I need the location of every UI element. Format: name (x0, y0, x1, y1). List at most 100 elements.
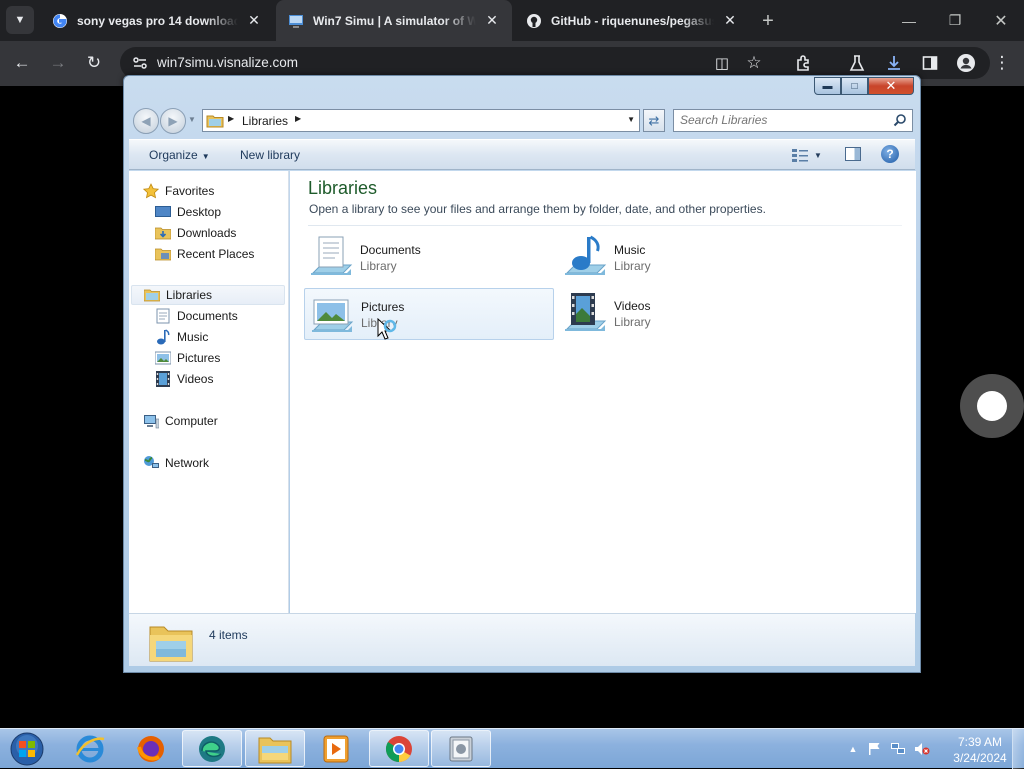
clock[interactable]: 7:39 AM 3/24/2024 (952, 734, 1008, 766)
forward-arrow-icon[interactable]: ▶ (160, 108, 186, 134)
tab-win7-simu[interactable]: Win7 Simu | A simulator of Wi ✕ (276, 0, 512, 41)
nav-libraries-label: Libraries (166, 288, 213, 302)
refresh-icon[interactable]: ⇄ (643, 109, 665, 132)
show-desktop-button[interactable] (1012, 729, 1024, 769)
bookmark-star-icon[interactable]: ☆ (740, 49, 768, 77)
edge-icon[interactable] (182, 730, 242, 767)
nav-downloads[interactable]: Downloads (155, 223, 236, 243)
nav-music[interactable]: Music (155, 327, 208, 347)
tab-title: GitHub - riquenunes/pegasus- (551, 13, 714, 28)
explorer-window: ▬ □ ✕ ◀ ▶ ▼ ▶ Libraries ▶ ▼ ⇄ Organize▼ … (123, 75, 921, 673)
clock-date: 3/24/2024 (953, 751, 1007, 765)
tab-sony-vegas[interactable]: sony vegas pro 14 download - ✕ (40, 0, 274, 41)
details-pane: 4 items (129, 613, 915, 666)
library-name: Music (614, 243, 646, 257)
preview-pane-icon[interactable] (845, 147, 861, 161)
music-library-icon (565, 235, 607, 275)
chrome-icon[interactable] (369, 730, 429, 767)
breadcrumb-arrow-icon[interactable]: ▶ (228, 114, 234, 123)
organize-button[interactable]: Organize ▼ (149, 148, 210, 162)
tab-search-button[interactable]: ▼ (6, 6, 34, 34)
nav-videos[interactable]: Videos (155, 369, 213, 389)
close-tab-icon[interactable]: ✕ (246, 12, 262, 29)
site-info-icon[interactable] (132, 55, 148, 71)
profile-icon[interactable] (952, 49, 980, 77)
floating-action-button[interactable] (960, 374, 1024, 438)
firefox-icon[interactable] (121, 730, 181, 767)
library-pictures[interactable]: Pictures Library (304, 288, 554, 340)
close-tab-icon[interactable]: ✕ (484, 12, 500, 29)
explorer-address-bar[interactable]: ▶ Libraries ▶ ▼ (202, 109, 640, 132)
nav-documents[interactable]: Documents (155, 306, 238, 326)
menu-icon[interactable]: ⋮ (988, 49, 1016, 77)
window-controls: ▬ □ ✕ (814, 77, 914, 95)
close-button[interactable]: ✕ (868, 77, 914, 95)
library-type: Library (614, 259, 651, 273)
install-icon[interactable]: ◫ (708, 49, 736, 77)
network-tray-icon[interactable] (890, 742, 906, 756)
github-icon (526, 13, 542, 29)
windows-orb-icon (10, 732, 44, 766)
documents-library-icon (311, 236, 353, 275)
nav-computer-label: Computer (165, 414, 218, 428)
breadcrumb-libraries[interactable]: Libraries (242, 114, 288, 128)
labs-icon[interactable] (843, 49, 871, 77)
volume-muted-icon[interactable] (914, 742, 930, 756)
library-videos[interactable]: Videos Library (558, 288, 808, 340)
close-window-button[interactable]: ✕ (978, 0, 1024, 41)
network-icon (143, 455, 159, 471)
action-center-flag-icon[interactable] (866, 742, 882, 756)
nav-desktop[interactable]: Desktop (155, 202, 221, 222)
search-box[interactable] (673, 109, 913, 132)
close-tab-icon[interactable]: ✕ (722, 12, 738, 29)
library-type: Library (360, 259, 397, 273)
change-view-button[interactable]: ▼ (792, 146, 828, 164)
chevron-down-icon: ▼ (814, 150, 822, 160)
libraries-icon (144, 287, 160, 303)
nav-computer[interactable]: Computer (143, 411, 218, 431)
start-button[interactable] (7, 731, 47, 767)
back-arrow-icon[interactable]: ◀ (133, 108, 159, 134)
nav-network[interactable]: Network (143, 453, 209, 473)
minimize-window-button[interactable]: — (886, 0, 932, 41)
back-icon[interactable]: ← (8, 49, 36, 77)
library-name: Videos (614, 299, 651, 313)
nav-pictures[interactable]: Pictures (155, 348, 220, 368)
library-documents[interactable]: Documents Library (304, 232, 554, 284)
library-music[interactable]: Music Library (558, 232, 808, 284)
nav-libraries[interactable]: Libraries (131, 285, 285, 305)
busy-cursor-icon (377, 318, 397, 340)
library-type: Library (614, 315, 651, 329)
restore-window-button[interactable]: ❐ (932, 0, 978, 41)
recent-pages-dropdown-icon[interactable]: ▼ (188, 115, 196, 124)
side-panel-icon[interactable] (916, 49, 944, 77)
windows-explorer-icon[interactable] (245, 730, 305, 767)
new-tab-button[interactable]: + (756, 9, 780, 33)
maximize-button[interactable]: □ (841, 77, 868, 95)
address-dropdown-icon[interactable]: ▼ (627, 115, 635, 124)
search-input[interactable] (680, 113, 880, 127)
nav-favorites[interactable]: Favorites (143, 181, 214, 201)
new-library-button[interactable]: New library (240, 148, 300, 162)
system-tray: ▲ 7:39 AM 3/24/2024 (843, 729, 1024, 769)
media-player-icon[interactable] (306, 730, 366, 767)
internet-explorer-icon[interactable] (60, 730, 120, 767)
breadcrumb-arrow-icon[interactable]: ▶ (295, 114, 301, 123)
tab-github[interactable]: GitHub - riquenunes/pegasus- ✕ (514, 0, 750, 41)
taskbar: ▲ 7:39 AM 3/24/2024 (0, 728, 1024, 769)
screen-recorder-icon[interactable] (431, 730, 491, 767)
nav-recent-places[interactable]: Recent Places (155, 244, 254, 264)
reload-icon[interactable]: ↻ (80, 49, 108, 77)
help-icon[interactable]: ? (881, 145, 899, 163)
forward-icon[interactable]: → (44, 49, 72, 77)
search-icon[interactable] (893, 113, 907, 127)
libraries-folder-icon (149, 626, 193, 662)
nav-desktop-label: Desktop (177, 205, 222, 219)
organize-label: Organize (149, 148, 198, 162)
tab-title: sony vegas pro 14 download - (77, 13, 238, 28)
show-hidden-icons-icon[interactable]: ▲ (845, 742, 861, 756)
download-icon[interactable] (880, 49, 908, 77)
extensions-icon[interactable] (790, 49, 818, 77)
minimize-button[interactable]: ▬ (814, 77, 841, 95)
library-name: Pictures (361, 300, 405, 314)
